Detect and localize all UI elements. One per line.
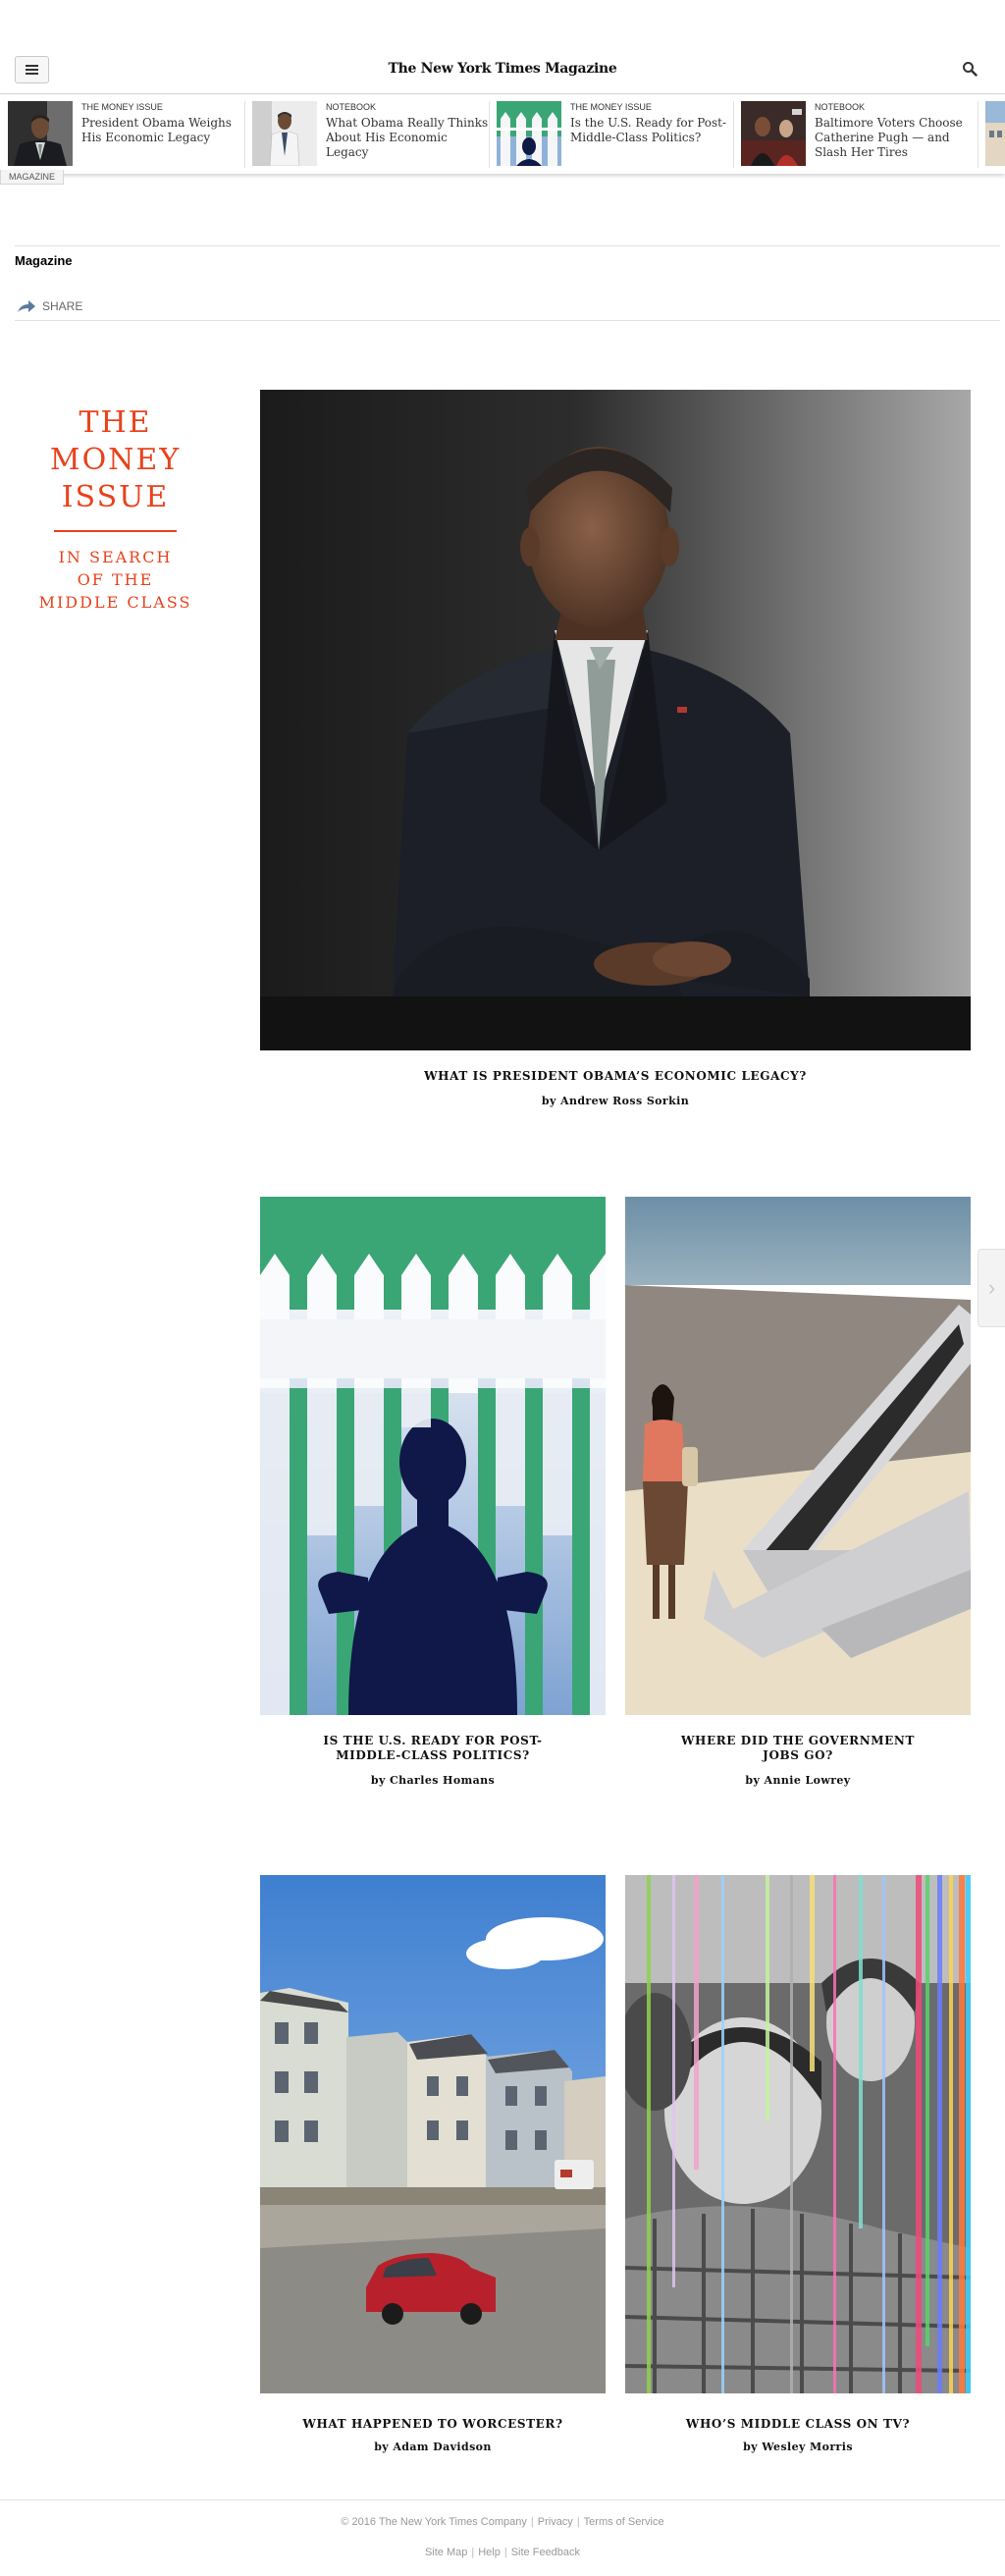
ribbon-title[interactable]: What Obama Really Thinks About His Econo… bbox=[326, 116, 493, 160]
section-name[interactable]: Magazine bbox=[15, 253, 73, 268]
lead-story-image[interactable] bbox=[260, 390, 971, 1050]
ribbon-divider bbox=[978, 101, 979, 168]
tv-story-image[interactable] bbox=[625, 1875, 971, 2393]
politics-headline-line: MIDDLE-CLASS POLITICS? bbox=[336, 1748, 530, 1762]
issue-title-line: ISSUE bbox=[61, 480, 170, 514]
tv-headline[interactable]: WHO’S MIDDLE CLASS ON TV? bbox=[625, 2417, 971, 2432]
politics-headline[interactable]: IS THE U.S. READY FOR POST- MIDDLE-CLASS… bbox=[260, 1734, 606, 1763]
search-button[interactable] bbox=[962, 61, 981, 80]
footer-divider bbox=[0, 2499, 1005, 2500]
section-tab[interactable]: MAGAZINE bbox=[0, 170, 65, 185]
search-icon bbox=[963, 62, 978, 77]
lead-byline: by Andrew Ross Sorkin bbox=[541, 1095, 690, 1107]
story-ribbon: THE MONEY ISSUE President Obama Weighs H… bbox=[0, 95, 1005, 174]
jobs-story-image[interactable] bbox=[625, 1197, 971, 1715]
chevron-right-icon: › bbox=[987, 1275, 996, 1300]
ribbon-thumbnail bbox=[985, 101, 1005, 166]
politics-story-image[interactable] bbox=[260, 1197, 606, 1715]
ribbon-thumbnail bbox=[497, 101, 561, 166]
share-arrow-icon bbox=[18, 300, 35, 312]
jobs-headline[interactable]: WHERE DID THE GOVERNMENT JOBS GO? bbox=[625, 1734, 971, 1763]
issue-title-line: MONEY bbox=[49, 443, 182, 477]
ribbon-divider bbox=[489, 101, 490, 168]
lead-headline[interactable]: WHAT IS PRESIDENT OBAMA’S ECONOMIC LEGAC… bbox=[260, 1069, 971, 1084]
next-story-arrow[interactable]: › bbox=[978, 1249, 1005, 1327]
issue-title-line: THE bbox=[79, 405, 152, 440]
footer-help-link[interactable]: Help bbox=[478, 2547, 501, 2558]
site-logo[interactable]: The New York Times Magazine bbox=[0, 61, 1005, 77]
top-bar: The New York Times Magazine bbox=[0, 0, 1005, 94]
worcester-headline[interactable]: WHAT HAPPENED TO WORCESTER? bbox=[260, 2417, 606, 2432]
ribbon-title[interactable]: President Obama Weighs His Economic Lega… bbox=[81, 116, 248, 145]
footer-links: Site Map | Help | Site Feedback bbox=[424, 2547, 581, 2558]
issue-subtitle-line: MIDDLE CLASS bbox=[38, 593, 192, 612]
ribbon-thumbnail bbox=[8, 101, 73, 166]
issue-subtitle-line: OF THE bbox=[77, 570, 154, 589]
footer-privacy-link[interactable]: Privacy bbox=[538, 2516, 573, 2528]
jobs-headline-line: JOBS GO? bbox=[763, 1748, 833, 1762]
jobs-headline-line: WHERE DID THE GOVERNMENT bbox=[680, 1734, 916, 1747]
divider bbox=[15, 245, 1000, 246]
ribbon-kicker: THE MONEY ISSUE bbox=[570, 102, 652, 112]
politics-headline-line: IS THE U.S. READY FOR POST- bbox=[323, 1734, 543, 1747]
ribbon-thumbnail bbox=[252, 101, 317, 166]
ribbon-thumbnail bbox=[741, 101, 806, 166]
ribbon-item[interactable]: NOTEBOOK Baltimore Voters Choose Catheri… bbox=[741, 101, 977, 166]
ribbon-item[interactable] bbox=[985, 101, 1005, 166]
politics-byline: by Charles Homans bbox=[370, 1774, 496, 1787]
share-label: SHARE bbox=[42, 299, 83, 313]
ribbon-divider bbox=[244, 101, 245, 168]
ribbon-title[interactable]: Baltimore Voters Choose Catherine Pugh —… bbox=[815, 116, 981, 160]
worcester-story-image[interactable] bbox=[260, 1875, 606, 2393]
footer-sitemap-link[interactable]: Site Map bbox=[425, 2547, 467, 2558]
ribbon-divider bbox=[733, 101, 734, 168]
issue-rule bbox=[54, 530, 177, 532]
ribbon-item[interactable]: THE MONEY ISSUE President Obama Weighs H… bbox=[8, 101, 243, 166]
share-button[interactable]: SHARE bbox=[17, 299, 82, 313]
ribbon-kicker: THE MONEY ISSUE bbox=[81, 102, 163, 112]
ribbon-title[interactable]: Is the U.S. Ready for Post-Middle-Class … bbox=[570, 116, 737, 145]
footer-legal: © 2016 The New York Times Company | Privac… bbox=[341, 2516, 664, 2528]
ribbon-item[interactable]: THE MONEY ISSUE Is the U.S. Ready for Po… bbox=[497, 101, 732, 166]
footer-terms-link[interactable]: Terms of Service bbox=[584, 2516, 664, 2528]
jobs-byline: by Annie Lowrey bbox=[745, 1774, 851, 1787]
worcester-byline: by Adam Davidson bbox=[374, 2441, 492, 2453]
ribbon-kicker: NOTEBOOK bbox=[326, 102, 377, 112]
footer-feedback-link[interactable]: Site Feedback bbox=[511, 2547, 580, 2558]
footer-copyright: © 2016 The New York Times Company bbox=[341, 2516, 527, 2528]
issue-subtitle-line: IN SEARCH bbox=[58, 548, 173, 566]
tv-byline: by Wesley Morris bbox=[743, 2441, 853, 2453]
ribbon-kicker: NOTEBOOK bbox=[815, 102, 866, 112]
divider bbox=[15, 320, 1000, 321]
money-issue-logo: THE MONEY ISSUE IN SEARCH OF THE MIDDLE … bbox=[25, 404, 206, 614]
ribbon-item[interactable]: NOTEBOOK What Obama Really Thinks About … bbox=[252, 101, 488, 166]
